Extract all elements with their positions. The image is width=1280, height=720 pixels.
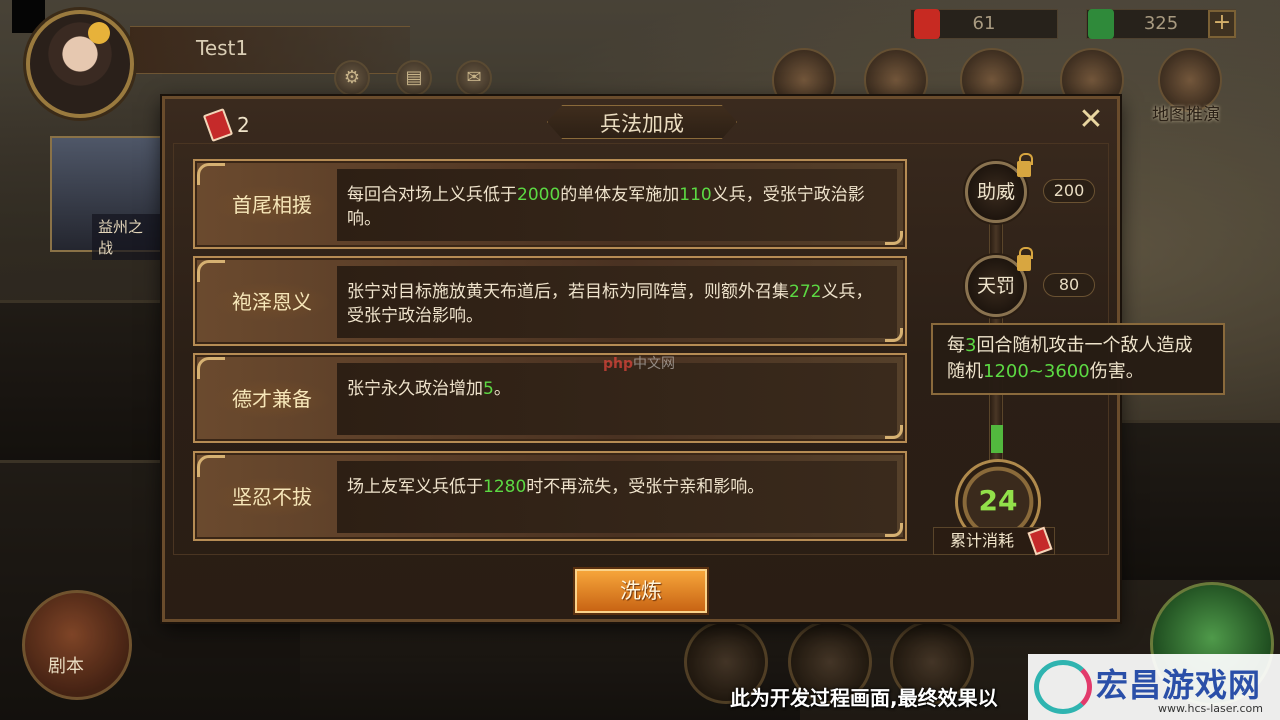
watermark-title: 宏昌游戏网 [1096,666,1262,704]
tactics-bonus-dialog: 2 兵法加成 ✕ 首尾相援 每回合对场上义兵低于2000的单体友军施加110义兵… [162,96,1225,622]
skill-row[interactable]: 袍泽恩义 张宁对目标施放黄天布道后，若目标为同阵营，则额外召集272义兵，受张宁… [193,256,907,346]
dev-notice: 此为开发过程画面,最终效果以 [730,686,998,710]
jade-icon [1088,9,1114,39]
campaign-card-label: 益州之战 [92,214,162,260]
skill-description: 张宁永久政治增加5。 [337,363,897,435]
skill-row[interactable]: 坚忍不拔 场上友军义兵低于1280时不再流失，受张宁亲和影响。 [193,451,907,541]
script-button-label: 剧本 [48,656,84,677]
tactic-token-icon [202,108,234,142]
skill-name: 袍泽恩义 [213,282,331,322]
lock-icon [1017,153,1033,177]
add-currency-button[interactable]: + [1208,10,1236,38]
close-button[interactable]: ✕ [1077,105,1105,135]
map-label: 地图推演 [1152,105,1220,125]
player-name: Test1 [196,36,249,60]
mail-icon[interactable]: ✉ [456,60,492,96]
skill-name: 首尾相援 [213,185,331,225]
ornament-icon [197,455,225,477]
ornament-icon [197,260,225,282]
skill-description: 张宁对目标施放黄天布道后，若目标为同阵营，则额外召集272义兵，受张宁政治影响。 [337,266,897,338]
flower-icon [88,22,110,44]
watermark-url: www.hcs-laser.com [1158,702,1263,715]
site-logo-icon [1034,660,1092,714]
progress-fill [991,425,1003,453]
node-cost: 80 [1043,273,1095,297]
skill-name: 坚忍不拔 [213,477,331,517]
currency-green-value: 325 [1143,13,1179,34]
lock-icon [1017,247,1033,271]
ornament-icon [197,357,225,379]
site-watermark: 宏昌游戏网 www.hcs-laser.com [1028,654,1280,720]
token-count: 2 [237,113,250,137]
script-button[interactable] [22,590,132,700]
php-watermark: php中文网 [603,356,676,372]
node-tooltip: 每3回合随机攻击一个敌人造成随机1200~3600伤害。 [931,323,1225,395]
red-envelope-icon [914,9,940,39]
settings-icon[interactable]: ⚙ [334,60,370,96]
ornament-icon [197,163,225,185]
skill-description: 每回合对场上义兵低于2000的单体友军施加110义兵，受张宁政治影响。 [337,169,897,241]
skill-name: 德才兼备 [213,379,331,419]
shop-icon[interactable]: ▤ [396,60,432,96]
refine-button[interactable]: 洗炼 [575,569,707,613]
skill-row[interactable]: 德才兼备 张宁永久政治增加5。 [193,353,907,443]
skill-row[interactable]: 首尾相援 每回合对场上义兵低于2000的单体友军施加110义兵，受张宁政治影响。 [193,159,907,249]
skill-description: 场上友军义兵低于1280时不再流失，受张宁亲和影响。 [337,461,897,533]
player-avatar[interactable] [26,10,134,118]
currency-red-value: 61 [972,13,996,34]
name-plate [130,26,410,74]
dialog-title: 兵法加成 [600,112,684,136]
node-cost: 200 [1043,179,1095,203]
